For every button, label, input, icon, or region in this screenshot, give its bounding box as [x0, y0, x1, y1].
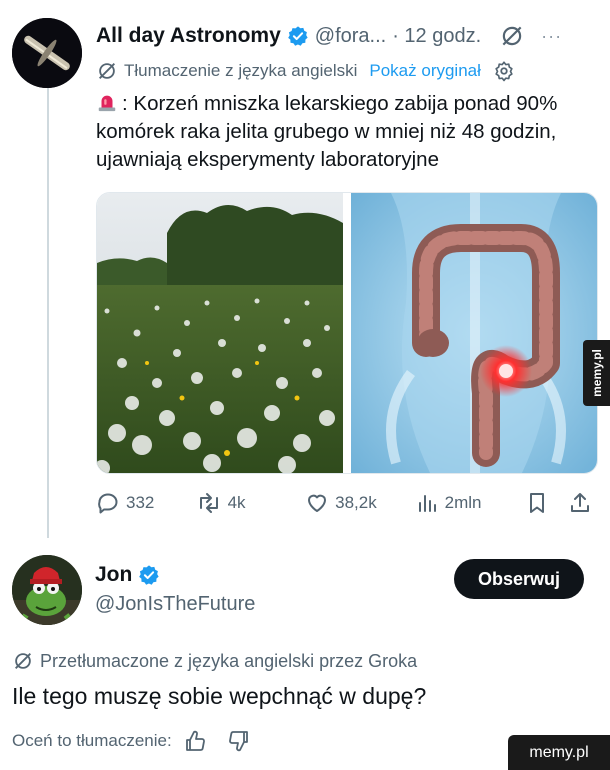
reply-text: Ile tego muszę sobie wepchnąć w dupę? [12, 683, 427, 709]
share-action[interactable] [568, 491, 598, 515]
more-icon[interactable]: ··· [541, 26, 562, 47]
follow-button[interactable]: Obserwuj [454, 559, 584, 599]
heart-icon [308, 494, 327, 512]
bookmark-action[interactable] [526, 491, 568, 515]
translate-icon [99, 63, 115, 79]
corner-watermark: memy.pl [508, 735, 610, 770]
verified-badge-icon [139, 565, 159, 585]
thumbs-down-icon[interactable] [226, 729, 252, 753]
tweet-text-container: : Korzeń mniszka lekarskiego zabija pona… [96, 90, 596, 174]
kermit-avatar-icon [12, 555, 82, 625]
tweet-media[interactable] [96, 192, 598, 474]
verified-badge-icon [287, 26, 308, 46]
show-original-link[interactable]: Pokaż oryginał [369, 61, 481, 81]
reply-author-name[interactable]: Jon [95, 563, 132, 587]
grok-icon[interactable] [499, 23, 525, 49]
thread-line [47, 88, 49, 538]
side-watermark-text: memy.pl [589, 349, 604, 397]
author-avatar[interactable] [12, 18, 82, 88]
colon-illustration-image[interactable] [351, 193, 597, 473]
reply-action[interactable]: 332 [96, 491, 196, 515]
repost-action[interactable]: 4k [196, 491, 306, 515]
colon-illustration [351, 193, 597, 473]
repost-icon [199, 493, 218, 513]
like-action[interactable]: 38,2k [305, 491, 415, 515]
views-count: 2mln [444, 493, 482, 512]
original-tweet: All day Astronomy @fora... · 12 godz. ··… [0, 0, 610, 540]
bookmark-icon [530, 493, 545, 513]
share-icon [571, 493, 589, 512]
reply-count: 332 [126, 493, 155, 512]
author-handle[interactable]: @fora... [315, 25, 386, 48]
like-count: 38,2k [335, 493, 377, 512]
satellite-avatar-icon [12, 18, 82, 88]
translation-label: Tłumaczenie z języka angielski [124, 61, 358, 80]
reply-translation-row: Przetłumaczone z języka angielski przez … [12, 650, 417, 672]
views-icon [418, 495, 436, 512]
thumbs-up-icon[interactable] [182, 729, 208, 753]
reply-author-avatar[interactable] [12, 555, 82, 625]
repost-count: 4k [227, 493, 246, 512]
dandelion-field-image[interactable] [97, 193, 343, 473]
rate-translation-label: Oceń to tłumaczenie: [12, 731, 172, 750]
tweet-time[interactable]: · 12 godz. [392, 25, 481, 48]
tweet-header: All day Astronomy @fora... · 12 godz. ··… [96, 18, 600, 54]
rate-translation-row: Oceń to tłumaczenie: [12, 729, 252, 753]
dandelion-field-photo [97, 193, 343, 473]
siren-emoji-icon [98, 95, 116, 112]
gear-icon[interactable] [493, 60, 515, 82]
translate-icon [15, 653, 31, 669]
tweet-actions: 332 4k 38,2k 2mln [96, 486, 598, 520]
author-name[interactable]: All day Astronomy [96, 24, 281, 48]
translation-row: Tłumaczenie z języka angielski Pokaż ory… [96, 58, 600, 84]
views-action[interactable]: 2mln [415, 491, 527, 515]
reply-translation-label: Przetłumaczone z języka angielski przez … [40, 650, 418, 671]
reply-icon [98, 493, 118, 514]
reply-author-handle[interactable]: @JonIsTheFuture [95, 593, 255, 616]
tweet-text: : Korzeń mniszka lekarskiego zabija pona… [96, 92, 558, 171]
side-watermark: memy.pl [583, 340, 610, 406]
reply-author-name-row: Jon [95, 563, 160, 587]
